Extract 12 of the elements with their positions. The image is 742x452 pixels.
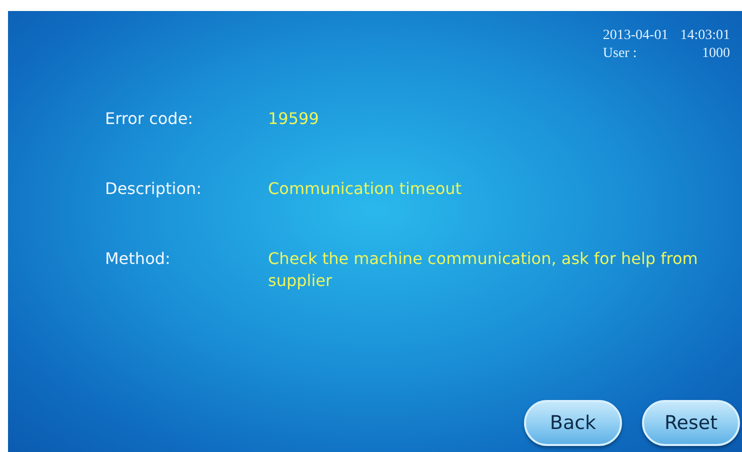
back-button[interactable]: Back bbox=[524, 400, 622, 446]
time-text: 14:03:01 bbox=[680, 27, 730, 45]
field-label: Description: bbox=[105, 178, 203, 200]
user-value: 1000 bbox=[701, 45, 730, 63]
date-text: 2013-04-01 bbox=[602, 27, 668, 45]
field-label: Error code: bbox=[105, 108, 194, 130]
user-label: User : bbox=[602, 45, 638, 63]
field-value: 19599 bbox=[268, 108, 320, 130]
field-value: Check the machine communication, ask for help from supplier bbox=[268, 248, 699, 292]
field-value: Communication timeout bbox=[268, 178, 463, 200]
reset-button[interactable]: Reset bbox=[642, 400, 740, 446]
field-label: Method: bbox=[105, 248, 172, 270]
